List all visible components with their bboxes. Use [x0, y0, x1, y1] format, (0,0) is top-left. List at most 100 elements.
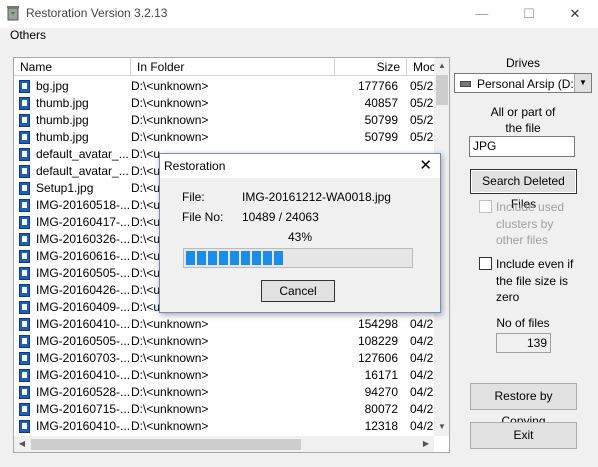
row-name-cell: IMG-20160616-... [36, 249, 130, 263]
row-folder-cell: D:\<unknown> [131, 334, 209, 348]
table-row[interactable]: IMG-20160528-... D:\<unknown> 94270 04/2 [14, 384, 434, 401]
row-folder-cell: D:\<unknown> [131, 130, 209, 144]
table-row[interactable]: IMG-20160410-... D:\<unknown> 154298 04/2 [14, 316, 434, 333]
row-name-cell: IMG-20160505-... [36, 266, 130, 280]
scroll-down-arrow-icon[interactable]: ▼ [434, 419, 449, 435]
row-name-cell: IMG-20160409-... [36, 300, 130, 314]
image-file-icon [19, 97, 30, 110]
image-file-icon [19, 352, 30, 365]
image-file-icon [19, 420, 30, 433]
drive-icon [460, 81, 471, 87]
progress-segment [263, 251, 272, 265]
image-file-icon [19, 80, 30, 93]
vertical-scroll-thumb[interactable] [436, 75, 448, 105]
search-deleted-files-button[interactable]: Search Deleted Files [470, 169, 577, 211]
row-size-cell: 12318 [364, 419, 398, 433]
drive-selected-value: Personal Arsip (D:) [477, 77, 578, 91]
row-modified-cell: 05/2 [410, 96, 434, 110]
restoration-progress-bar [183, 248, 413, 268]
row-folder-cell: D:\<unknown> [131, 385, 209, 399]
table-row[interactable]: IMG-20160505-... D:\<unknown> 108229 04/2 [14, 333, 434, 350]
row-name-cell: IMG-20160326-... [36, 232, 130, 246]
row-modified-cell: 05/2 [410, 130, 434, 144]
table-row[interactable]: bg.jpg D:\<unknown> 177766 05/2 [14, 78, 434, 95]
table-row[interactable]: IMG-20160410-... D:\<unknown> 16171 04/2 [14, 367, 434, 384]
column-size-header[interactable]: Size [335, 58, 407, 76]
row-modified-cell: 04/2 [410, 402, 434, 416]
restore-by-copying-button[interactable]: Restore by Copying [470, 383, 577, 428]
scroll-up-arrow-icon[interactable]: ▲ [434, 58, 449, 74]
row-modified-cell: 05/2 [410, 113, 434, 127]
dialog-percent-text: 43% [287, 230, 313, 244]
close-button[interactable]: ✕ [552, 0, 598, 28]
dialog-file-value: IMG-20161212-WA0018.jpg [242, 190, 391, 204]
row-modified-cell: 04/2 [410, 351, 434, 365]
row-folder-cell: D:\<unknown> [131, 317, 209, 331]
image-file-icon [19, 233, 30, 246]
table-row[interactable]: thumb.jpg D:\<unknown> 40857 05/2 [14, 95, 434, 112]
row-modified-cell: 04/2 [410, 334, 434, 348]
progress-segment [241, 251, 250, 265]
include-clusters-checkbox [479, 200, 492, 213]
file-filter-input[interactable]: JPG [469, 136, 575, 157]
horizontal-scrollbar[interactable]: ◀ ▶ [14, 436, 434, 452]
table-row[interactable]: IMG-20160410-... D:\<unknown> 12318 04/2 [14, 418, 434, 435]
row-name-cell: IMG-20160518-... [36, 198, 130, 212]
row-name-cell: IMG-20160417-... [36, 215, 130, 229]
row-modified-cell: 05/2 [410, 79, 434, 93]
row-name-cell: Setup1.jpg [36, 181, 94, 195]
image-file-icon [19, 318, 30, 331]
no-of-files-label: No of files [496, 316, 550, 330]
row-folder-cell: D:\<unknown> [131, 368, 209, 382]
progress-segment [197, 251, 206, 265]
row-modified-cell: 04/2 [410, 317, 434, 331]
table-row[interactable]: thumb.jpg D:\<unknown> 50799 05/2 [14, 129, 434, 146]
row-name-cell: bg.jpg [36, 79, 69, 93]
column-folder-header[interactable]: In Folder [131, 58, 335, 76]
include-clusters-label-line3: other files [496, 233, 549, 247]
image-file-icon [19, 114, 30, 127]
row-name-cell: IMG-20160528-... [36, 385, 130, 399]
drive-select[interactable]: Personal Arsip (D:) ▼ [454, 73, 592, 93]
row-name-cell: default_avatar_... [36, 147, 129, 161]
image-file-icon [19, 267, 30, 280]
row-folder-cell: D:\<unknown> [131, 79, 209, 93]
table-row[interactable]: IMG-20160703-... D:\<unknown> 127606 04/2 [14, 350, 434, 367]
maximize-button[interactable]: ☐ [506, 0, 552, 28]
row-size-cell: 94270 [364, 385, 398, 399]
minimize-button[interactable]: — [459, 0, 505, 28]
scroll-left-arrow-icon[interactable]: ◀ [14, 436, 30, 452]
image-file-icon [19, 165, 30, 178]
cancel-button[interactable]: Cancel [261, 280, 335, 302]
row-modified-cell: 04/2 [410, 419, 434, 433]
horizontal-scroll-thumb[interactable] [31, 439, 301, 450]
progress-fill [186, 251, 283, 265]
image-file-icon [19, 199, 30, 212]
progress-segment [219, 251, 228, 265]
dialog-file-label: File: [182, 190, 205, 204]
progress-segment [208, 251, 217, 265]
column-name-header[interactable]: Name [14, 58, 131, 76]
table-row[interactable]: thumb.jpg D:\<unknown> 50799 05/2 [14, 112, 434, 129]
row-modified-cell: 04/2 [410, 368, 434, 382]
table-row[interactable]: IMG-20160715-... D:\<unknown> 80072 04/2 [14, 401, 434, 418]
menu-others[interactable]: Others [10, 28, 46, 42]
include-zero-size-label-line3: zero [496, 290, 520, 304]
column-modified-header[interactable]: Moc [407, 58, 434, 76]
scroll-right-arrow-icon[interactable]: ▶ [418, 436, 434, 452]
row-name-cell: thumb.jpg [36, 96, 89, 110]
progress-segment [274, 251, 283, 265]
exit-button[interactable]: Exit [470, 422, 577, 449]
image-file-icon [19, 284, 30, 297]
dialog-close-icon[interactable]: ✕ [419, 156, 432, 174]
no-of-files-value: 139 [496, 333, 551, 353]
title-bar: Restoration Version 3.2.13 — ☐ ✕ [0, 0, 598, 28]
row-name-cell: IMG-20160505-... [36, 334, 130, 348]
include-zero-size-checkbox[interactable] [479, 257, 492, 270]
row-name-cell: thumb.jpg [36, 113, 89, 127]
chevron-down-icon[interactable]: ▼ [574, 74, 591, 92]
row-name-cell: IMG-20160410-... [36, 317, 130, 331]
dialog-title-bar: Restoration ✕ [160, 154, 440, 178]
image-file-icon [19, 386, 30, 399]
row-size-cell: 108229 [357, 334, 398, 348]
